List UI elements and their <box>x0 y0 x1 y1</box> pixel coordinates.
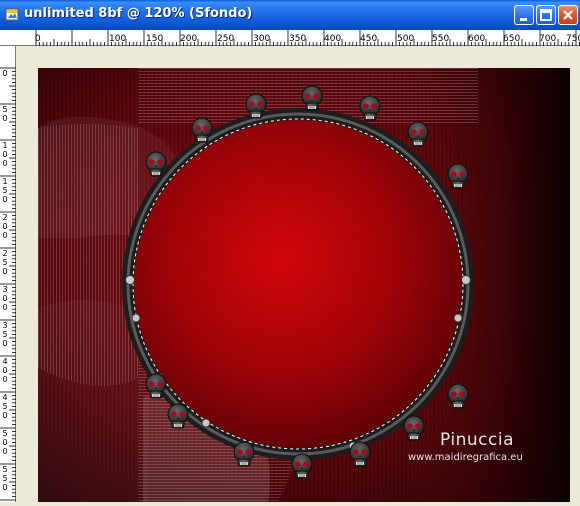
ruler-left-label: 0 <box>2 438 8 447</box>
ruler-top-label: 100 <box>109 34 127 44</box>
ruler-top-label: 150 <box>146 34 164 44</box>
maximize-button[interactable] <box>536 5 556 25</box>
ruler-top-label: 500 <box>397 34 415 44</box>
ruler-top-label: 600 <box>468 34 486 44</box>
ruler-left-label: 0 <box>2 159 8 168</box>
ruler-left-label: 0 <box>2 195 8 204</box>
minimize-button[interactable] <box>514 5 534 25</box>
ruler-left-label: 0 <box>2 150 8 159</box>
ruler-top-label: 400 <box>324 34 342 44</box>
ruler-top-label: 250 <box>217 34 235 44</box>
ruler-left-label: 0 <box>2 339 8 348</box>
ruler-top-label: 300 <box>253 34 271 44</box>
ruler-top-label: 450 <box>360 34 378 44</box>
ruler-top-label: 700 <box>539 34 557 44</box>
rivet <box>131 313 141 323</box>
ruler-top-label: 0 <box>35 34 41 44</box>
ruler-top-label: 750 <box>566 34 580 44</box>
watermark-signature: Pinuccia <box>440 430 514 450</box>
ruler-left-label: 2 <box>2 249 8 258</box>
ruler-left-label: 0 <box>2 69 8 78</box>
red-circle[interactable] <box>134 120 462 448</box>
ruler-left-label: 4 <box>2 393 8 402</box>
ruler-left-label: 0 <box>2 375 8 384</box>
ruler-left-label: 0 <box>2 114 8 123</box>
ruler-left-label: 3 <box>2 321 8 330</box>
ruler-top-label: 650 <box>503 34 521 44</box>
ruler-left-label: 3 <box>2 285 8 294</box>
ruler-left-label: 5 <box>2 465 8 474</box>
ruler-top-label: 200 <box>180 34 198 44</box>
ruler-left-label: 0 <box>2 231 8 240</box>
ruler-left-label: 0 <box>2 411 8 420</box>
ruler-left-label: 4 <box>2 357 8 366</box>
app-icon[interactable] <box>5 7 20 22</box>
ruler-left-label: 5 <box>2 474 8 483</box>
ruler-left-label: 0 <box>2 447 8 456</box>
ruler-left-label: 5 <box>2 330 8 339</box>
close-button[interactable] <box>558 5 578 25</box>
ruler-left-label: 0 <box>2 483 8 492</box>
watermark-url: www.maidiregrafica.eu <box>408 452 523 463</box>
ruler-left-label: 0 <box>2 267 8 276</box>
ruler-left-label: 5 <box>2 186 8 195</box>
rivet <box>125 275 135 285</box>
ruler-top-label: 550 <box>432 34 450 44</box>
ruler-left-label: 0 <box>2 222 8 231</box>
minimize-icon <box>520 18 527 21</box>
ruler-left-label: 5 <box>2 258 8 267</box>
ruler-left-label: 2 <box>2 213 8 222</box>
ruler-top-label: 350 <box>289 34 307 44</box>
ruler-left-label: 0 <box>2 294 8 303</box>
window-title: unlimited 8bf @ 120% (Sfondo) <box>24 6 253 21</box>
rivet <box>201 418 211 428</box>
ruler-left-label: 0 <box>2 366 8 375</box>
ruler-left-label: 5 <box>2 402 8 411</box>
rivet <box>453 313 463 323</box>
ruler-left-label: 1 <box>2 177 8 186</box>
ruler-left-label: 5 <box>2 105 8 114</box>
ruler-left-label: 5 <box>2 429 8 438</box>
ruler-left-label: 0 <box>2 303 8 312</box>
window-title-bar[interactable]: unlimited 8bf @ 120% (Sfondo) <box>0 0 580 30</box>
maximize-icon <box>540 9 552 21</box>
rivet <box>461 275 471 285</box>
close-icon <box>563 10 573 20</box>
ruler-left-label: 1 <box>2 141 8 150</box>
